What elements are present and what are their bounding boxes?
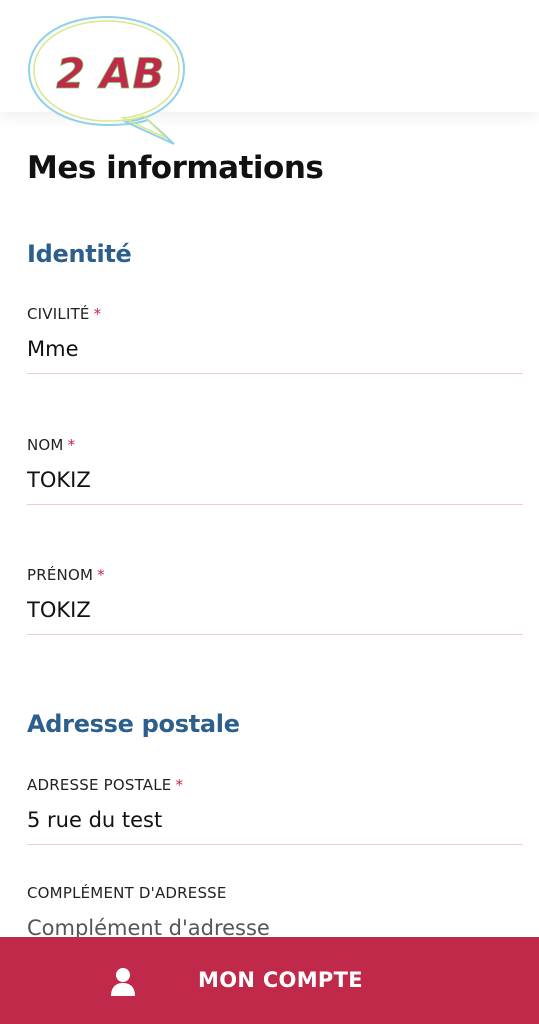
- section-title-identity: Identité: [27, 240, 132, 268]
- logo-text: 2 AB: [56, 49, 164, 98]
- my-account-label: MON COMPTE: [198, 968, 363, 992]
- last-name-input[interactable]: [27, 468, 523, 505]
- required-mark: *: [97, 566, 105, 584]
- first-name-label: PRÉNOM: [27, 566, 94, 584]
- my-account-button[interactable]: MON COMPTE: [0, 937, 539, 1024]
- civility-field: CIVILITÉ *: [27, 305, 523, 374]
- last-name-label: NOM: [27, 436, 64, 454]
- required-mark: *: [175, 776, 184, 794]
- street-address-input[interactable]: [27, 808, 523, 845]
- required-mark: *: [93, 305, 102, 323]
- section-title-address: Adresse postale: [27, 710, 240, 738]
- user-icon: [111, 968, 135, 996]
- street-address-field: ADRESSE POSTALE *: [27, 776, 523, 845]
- street-address-label: ADRESSE POSTALE: [27, 776, 172, 794]
- first-name-input[interactable]: [27, 598, 523, 635]
- address-complement-label: COMPLÉMENT D'ADRESSE: [27, 884, 227, 902]
- civility-input[interactable]: [27, 337, 523, 374]
- logo[interactable]: 2 AB: [26, 12, 188, 148]
- last-name-field: NOM *: [27, 436, 523, 505]
- first-name-field: PRÉNOM *: [27, 566, 523, 635]
- civility-label: CIVILITÉ: [27, 305, 90, 323]
- page-title: Mes informations: [27, 150, 324, 186]
- required-mark: *: [67, 436, 76, 454]
